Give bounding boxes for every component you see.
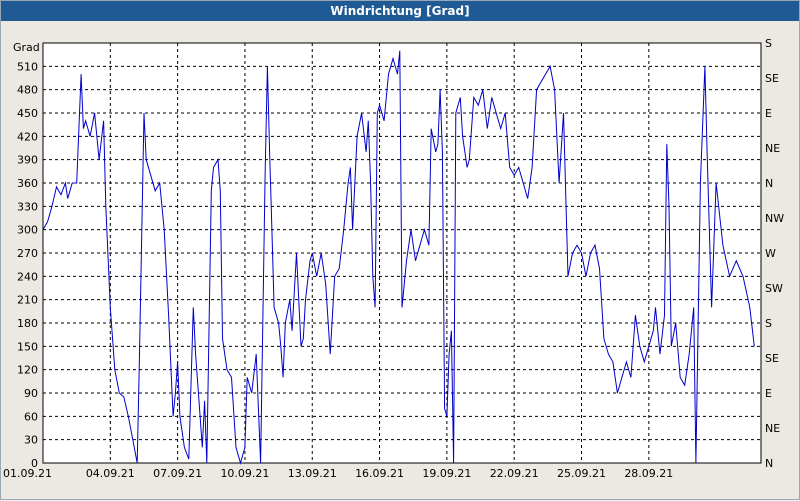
y-tick-label: 240 [17, 270, 38, 283]
x-tick-label: 28.09.21 [624, 467, 673, 480]
y-tick-label: 360 [17, 177, 38, 190]
right-axis-label: N [765, 177, 773, 190]
y-tick-label: 330 [17, 200, 38, 213]
right-axis-label: S [765, 37, 772, 50]
x-tick-label: 01.09.21 [3, 467, 52, 480]
y-tick-label: 510 [17, 60, 38, 73]
x-axis-ticks: 01.09.21 04.09.21 07.09.21 10.09.21 13.09.21… [3, 467, 673, 480]
y-tick-label: 300 [17, 224, 38, 237]
x-tick-label: 13.09.21 [288, 467, 337, 480]
right-axis-label: N [765, 457, 773, 470]
y-tick-label: 90 [24, 387, 38, 400]
right-axis-label: E [765, 387, 772, 400]
y-tick-label: 270 [17, 247, 38, 260]
y-tick-label: 60 [24, 410, 38, 423]
x-tick-label: 19.09.21 [422, 467, 471, 480]
x-tick-label: 16.09.21 [355, 467, 404, 480]
right-axis-label: NE [765, 142, 780, 155]
right-axis-label: SW [765, 282, 783, 295]
y-tick-label: 180 [17, 317, 38, 330]
y-tick-label: 420 [17, 130, 38, 143]
right-axis-label: SE [765, 352, 779, 365]
x-tick-label: 10.09.21 [220, 467, 269, 480]
y-tick-label: 210 [17, 294, 38, 307]
wind-direction-chart: 0306090120150180210240270300330360390420… [3, 37, 784, 480]
right-axis-ticks: N NE E SE S SW W NW N NE E SE S [765, 37, 784, 470]
window-title: Windrichtung [Grad] [1, 1, 799, 21]
right-axis-label: S [765, 317, 772, 330]
y-tick-label: 450 [17, 107, 38, 120]
x-tick-label: 25.09.21 [557, 467, 606, 480]
y-tick-label: 150 [17, 340, 38, 353]
y-tick-label: 30 [24, 434, 38, 447]
chart-window: Windrichtung [Grad] 0 30 60 90 120 150 180 210 2… [0, 0, 800, 500]
y-axis-label: Grad [13, 41, 40, 54]
y-tick-label: 120 [17, 364, 38, 377]
right-axis-label: SE [765, 72, 779, 85]
y-axis-ticks: 0306090120150180210240270300330360390420… [17, 60, 38, 470]
x-tick-label: 07.09.21 [153, 467, 202, 480]
right-axis-label: W [765, 247, 776, 260]
y-tick-label: 480 [17, 84, 38, 97]
right-axis-label: NE [765, 422, 780, 435]
right-axis-label: NW [765, 212, 784, 225]
x-tick-label: 22.09.21 [490, 467, 539, 480]
y-tick-label: 390 [17, 154, 38, 167]
right-axis-label: E [765, 107, 772, 120]
x-tick-label: 04.09.21 [86, 467, 135, 480]
